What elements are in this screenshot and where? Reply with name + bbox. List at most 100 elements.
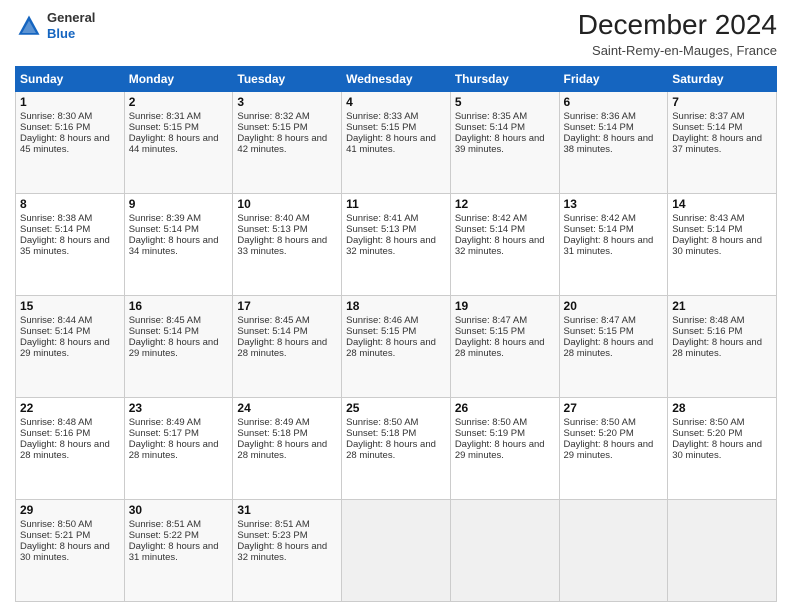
calendar-week-row: 22 Sunrise: 8:48 AM Sunset: 5:16 PM Dayl… xyxy=(16,397,777,499)
sunrise: Sunrise: 8:30 AM xyxy=(20,111,92,122)
daylight: Daylight: 8 hours and 28 minutes. xyxy=(564,337,654,359)
calendar-cell: 26 Sunrise: 8:50 AM Sunset: 5:19 PM Dayl… xyxy=(450,397,559,499)
calendar-cell: 6 Sunrise: 8:36 AM Sunset: 5:14 PM Dayli… xyxy=(559,91,668,193)
daylight: Daylight: 8 hours and 41 minutes. xyxy=(346,133,436,155)
sunrise: Sunrise: 8:33 AM xyxy=(346,111,418,122)
sunrise: Sunrise: 8:31 AM xyxy=(129,111,201,122)
sunrise: Sunrise: 8:45 AM xyxy=(237,315,309,326)
sunset: Sunset: 5:13 PM xyxy=(346,224,416,235)
calendar-cell: 3 Sunrise: 8:32 AM Sunset: 5:15 PM Dayli… xyxy=(233,91,342,193)
sunrise: Sunrise: 8:43 AM xyxy=(672,213,744,224)
month-title: December 2024 xyxy=(578,10,777,41)
sunset: Sunset: 5:14 PM xyxy=(672,122,742,133)
calendar-header: Sunday Monday Tuesday Wednesday Thursday… xyxy=(16,66,777,91)
daylight: Daylight: 8 hours and 35 minutes. xyxy=(20,235,110,257)
sunrise: Sunrise: 8:46 AM xyxy=(346,315,418,326)
day-number: 4 xyxy=(346,95,446,109)
day-number: 15 xyxy=(20,299,120,313)
header-thursday: Thursday xyxy=(450,66,559,91)
sunrise: Sunrise: 8:38 AM xyxy=(20,213,92,224)
sunrise: Sunrise: 8:49 AM xyxy=(237,417,309,428)
day-number: 25 xyxy=(346,401,446,415)
calendar-cell: 19 Sunrise: 8:47 AM Sunset: 5:15 PM Dayl… xyxy=(450,295,559,397)
page: General Blue December 2024 Saint-Remy-en… xyxy=(0,0,792,612)
daylight: Daylight: 8 hours and 32 minutes. xyxy=(346,235,436,257)
day-number: 19 xyxy=(455,299,555,313)
daylight: Daylight: 8 hours and 37 minutes. xyxy=(672,133,762,155)
daylight: Daylight: 8 hours and 30 minutes. xyxy=(672,439,762,461)
calendar-cell: 7 Sunrise: 8:37 AM Sunset: 5:14 PM Dayli… xyxy=(668,91,777,193)
calendar-cell: 2 Sunrise: 8:31 AM Sunset: 5:15 PM Dayli… xyxy=(124,91,233,193)
sunrise: Sunrise: 8:40 AM xyxy=(237,213,309,224)
sunset: Sunset: 5:15 PM xyxy=(564,326,634,337)
logo-icon xyxy=(15,12,43,40)
daylight: Daylight: 8 hours and 45 minutes. xyxy=(20,133,110,155)
calendar-cell: 23 Sunrise: 8:49 AM Sunset: 5:17 PM Dayl… xyxy=(124,397,233,499)
day-number: 7 xyxy=(672,95,772,109)
day-number: 10 xyxy=(237,197,337,211)
daylight: Daylight: 8 hours and 28 minutes. xyxy=(455,337,545,359)
sunset: Sunset: 5:16 PM xyxy=(20,428,90,439)
calendar-cell: 13 Sunrise: 8:42 AM Sunset: 5:14 PM Dayl… xyxy=(559,193,668,295)
sunrise: Sunrise: 8:50 AM xyxy=(20,519,92,530)
sunrise: Sunrise: 8:51 AM xyxy=(129,519,201,530)
calendar-cell: 21 Sunrise: 8:48 AM Sunset: 5:16 PM Dayl… xyxy=(668,295,777,397)
day-number: 6 xyxy=(564,95,664,109)
sunrise: Sunrise: 8:51 AM xyxy=(237,519,309,530)
daylight: Daylight: 8 hours and 30 minutes. xyxy=(20,541,110,563)
sunrise: Sunrise: 8:50 AM xyxy=(672,417,744,428)
logo-general-text: General xyxy=(47,10,95,25)
daylight: Daylight: 8 hours and 34 minutes. xyxy=(129,235,219,257)
sunrise: Sunrise: 8:48 AM xyxy=(672,315,744,326)
daylight: Daylight: 8 hours and 32 minutes. xyxy=(237,541,327,563)
sunset: Sunset: 5:13 PM xyxy=(237,224,307,235)
daylight: Daylight: 8 hours and 28 minutes. xyxy=(346,337,436,359)
day-number: 9 xyxy=(129,197,229,211)
calendar-cell: 1 Sunrise: 8:30 AM Sunset: 5:16 PM Dayli… xyxy=(16,91,125,193)
daylight: Daylight: 8 hours and 28 minutes. xyxy=(20,439,110,461)
day-number: 23 xyxy=(129,401,229,415)
sunset: Sunset: 5:15 PM xyxy=(455,326,525,337)
calendar-body: 1 Sunrise: 8:30 AM Sunset: 5:16 PM Dayli… xyxy=(16,91,777,601)
day-header-row: Sunday Monday Tuesday Wednesday Thursday… xyxy=(16,66,777,91)
sunrise: Sunrise: 8:35 AM xyxy=(455,111,527,122)
calendar-week-row: 29 Sunrise: 8:50 AM Sunset: 5:21 PM Dayl… xyxy=(16,499,777,601)
calendar-cell: 28 Sunrise: 8:50 AM Sunset: 5:20 PM Dayl… xyxy=(668,397,777,499)
sunrise: Sunrise: 8:50 AM xyxy=(455,417,527,428)
daylight: Daylight: 8 hours and 39 minutes. xyxy=(455,133,545,155)
header-wednesday: Wednesday xyxy=(342,66,451,91)
sunset: Sunset: 5:18 PM xyxy=(346,428,416,439)
day-number: 18 xyxy=(346,299,446,313)
day-number: 16 xyxy=(129,299,229,313)
calendar-cell: 15 Sunrise: 8:44 AM Sunset: 5:14 PM Dayl… xyxy=(16,295,125,397)
sunset: Sunset: 5:14 PM xyxy=(129,326,199,337)
header-friday: Friday xyxy=(559,66,668,91)
day-number: 11 xyxy=(346,197,446,211)
daylight: Daylight: 8 hours and 28 minutes. xyxy=(237,337,327,359)
calendar-week-row: 15 Sunrise: 8:44 AM Sunset: 5:14 PM Dayl… xyxy=(16,295,777,397)
calendar-cell: 29 Sunrise: 8:50 AM Sunset: 5:21 PM Dayl… xyxy=(16,499,125,601)
calendar-cell: 11 Sunrise: 8:41 AM Sunset: 5:13 PM Dayl… xyxy=(342,193,451,295)
sunset: Sunset: 5:18 PM xyxy=(237,428,307,439)
day-number: 5 xyxy=(455,95,555,109)
sunset: Sunset: 5:15 PM xyxy=(129,122,199,133)
calendar-week-row: 1 Sunrise: 8:30 AM Sunset: 5:16 PM Dayli… xyxy=(16,91,777,193)
logo-blue-text: Blue xyxy=(47,26,75,41)
calendar-cell: 14 Sunrise: 8:43 AM Sunset: 5:14 PM Dayl… xyxy=(668,193,777,295)
location-subtitle: Saint-Remy-en-Mauges, France xyxy=(578,43,777,58)
sunset: Sunset: 5:16 PM xyxy=(20,122,90,133)
calendar-cell: 10 Sunrise: 8:40 AM Sunset: 5:13 PM Dayl… xyxy=(233,193,342,295)
sunset: Sunset: 5:15 PM xyxy=(346,326,416,337)
logo: General Blue xyxy=(15,10,95,41)
daylight: Daylight: 8 hours and 32 minutes. xyxy=(455,235,545,257)
calendar-cell xyxy=(668,499,777,601)
day-number: 30 xyxy=(129,503,229,517)
sunrise: Sunrise: 8:36 AM xyxy=(564,111,636,122)
header-sunday: Sunday xyxy=(16,66,125,91)
day-number: 13 xyxy=(564,197,664,211)
sunset: Sunset: 5:22 PM xyxy=(129,530,199,541)
sunset: Sunset: 5:20 PM xyxy=(564,428,634,439)
day-number: 1 xyxy=(20,95,120,109)
day-number: 14 xyxy=(672,197,772,211)
sunset: Sunset: 5:16 PM xyxy=(672,326,742,337)
